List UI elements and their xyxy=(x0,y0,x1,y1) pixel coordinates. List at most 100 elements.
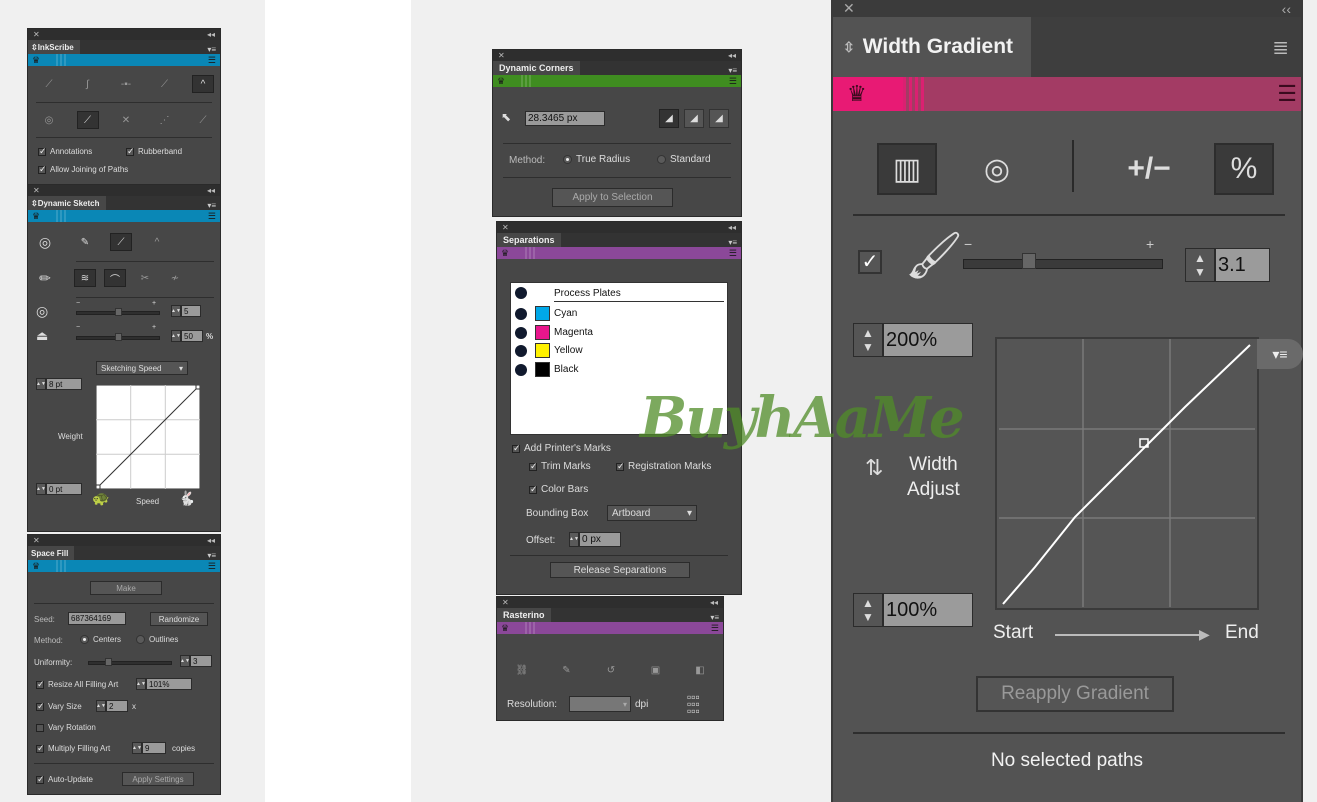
max-width-field[interactable]: 200% xyxy=(883,323,973,357)
reapply-gradient-button[interactable]: Reapply Gradient xyxy=(976,676,1174,712)
fidelity-slider[interactable] xyxy=(76,333,160,341)
true-radius-radio[interactable]: True Radius xyxy=(563,154,630,165)
close-icon[interactable]: ✕ xyxy=(502,598,509,607)
collapse-icon[interactable]: ◂◂ xyxy=(728,223,736,232)
corner-point-icon[interactable]: ⟋ xyxy=(154,75,176,93)
standard-radio[interactable]: Standard xyxy=(657,154,711,165)
panel-tab[interactable]: Rasterino xyxy=(497,608,551,622)
max-width-stepper[interactable]: ▲ ▼ xyxy=(853,323,883,357)
dotted-path-icon[interactable]: ⋰ xyxy=(154,111,176,129)
plates-list[interactable]: Process Plates Cyan Magenta Yellow Black xyxy=(510,282,728,435)
radial-mode-button[interactable]: ◎ xyxy=(967,143,1027,195)
multiply-field[interactable]: 9 xyxy=(142,742,166,754)
resolution-dropdown[interactable]: ▾ xyxy=(569,696,631,712)
panel-tab[interactable]: Separations xyxy=(497,233,561,247)
visibility-dot-icon[interactable] xyxy=(515,345,527,357)
vary-size-field[interactable]: 2 xyxy=(106,700,128,712)
radius-field[interactable]: 28.3465 px xyxy=(525,111,605,126)
registration-marks-checkbox[interactable]: Registration Marks xyxy=(616,461,711,472)
annotation-icon[interactable]: ◎ xyxy=(38,111,60,129)
auto-update-checkbox[interactable]: Auto-Update xyxy=(36,774,93,785)
max-weight-field[interactable]: 8 pt xyxy=(46,378,82,390)
hamburger-icon[interactable]: ☰ xyxy=(711,623,719,634)
plate-row[interactable]: Yellow xyxy=(511,342,727,360)
apply-to-selection-button[interactable]: Apply to Selection xyxy=(552,188,673,207)
hamburger-icon[interactable]: ☰ xyxy=(729,76,737,87)
panel-tab[interactable]: ⇳ Width Gradient xyxy=(833,17,1031,77)
allow-joining-checkbox[interactable]: Allow Joining of Paths xyxy=(38,164,128,175)
panel-menu-icon[interactable]: ▾≡ xyxy=(207,551,220,560)
printers-marks-checkbox[interactable]: Add Printer's Marks xyxy=(512,443,611,454)
uniformity-slider[interactable] xyxy=(88,658,172,666)
plate-row[interactable]: Magenta xyxy=(511,324,727,342)
collapse-icon[interactable]: ◂◂ xyxy=(207,30,215,39)
visibility-dot-icon[interactable] xyxy=(515,363,527,376)
annotations-checkbox[interactable]: Annotations xyxy=(38,146,92,157)
chamfer-corner-icon[interactable]: ◢ xyxy=(709,109,729,128)
min-width-field[interactable]: 100% xyxy=(883,593,973,627)
link-image-icon[interactable]: ⛓ xyxy=(511,661,533,679)
weight-speed-curve[interactable] xyxy=(96,385,200,489)
round-corner-icon[interactable]: ◢ xyxy=(659,109,679,128)
multiply-checkbox[interactable]: Multiply Filling Art xyxy=(36,743,110,754)
panel-tab[interactable]: Dynamic Corners xyxy=(493,61,580,75)
cut-icon[interactable]: ✕ xyxy=(115,111,137,129)
collapse-icon[interactable]: ‹‹ xyxy=(1282,1,1291,17)
close-icon[interactable]: ✕ xyxy=(33,30,40,39)
close-icon[interactable]: ✕ xyxy=(33,536,40,545)
edit-handle-icon[interactable]: ⟋ xyxy=(76,111,99,129)
min-weight-field[interactable]: 0 pt xyxy=(46,483,82,495)
visibility-dot-icon[interactable] xyxy=(515,308,527,320)
method-centers-radio[interactable]: Centers xyxy=(80,635,121,644)
curve-menu-button[interactable]: ▾≡ xyxy=(1257,339,1303,369)
plate-row[interactable]: Cyan xyxy=(511,305,727,323)
scissor-path-icon[interactable]: ✂ xyxy=(134,269,156,287)
collapse-icon[interactable]: ◂◂ xyxy=(710,598,718,607)
hamburger-icon[interactable]: ☰ xyxy=(1277,81,1297,107)
multiply-stepper[interactable]: ▲▼ xyxy=(132,742,142,754)
brush-value-stepper[interactable]: ▲ ▼ xyxy=(1185,248,1215,282)
fidelity-field[interactable]: 50 xyxy=(181,330,203,342)
smoothness-stepper[interactable]: ▲▼ xyxy=(171,305,181,317)
collapse-icon[interactable]: ◂◂ xyxy=(207,536,215,545)
offset-field[interactable]: 0 px xyxy=(579,532,621,547)
vary-size-checkbox[interactable]: Vary Size xyxy=(36,701,82,712)
randomize-button[interactable]: Randomize xyxy=(150,612,208,626)
hamburger-icon[interactable]: ☰ xyxy=(208,55,216,66)
resize-stepper[interactable]: ▲▼ xyxy=(136,678,146,690)
plus-minus-button[interactable]: +/− xyxy=(1119,143,1179,195)
refresh-image-icon[interactable]: ↺ xyxy=(600,661,622,679)
brush-strokes-icon[interactable]: ≋ xyxy=(74,269,96,287)
release-separations-button[interactable]: Release Separations xyxy=(550,562,690,578)
hamburger-icon[interactable]: ☰ xyxy=(208,211,216,222)
rubberband-checkbox[interactable]: Rubberband xyxy=(126,146,182,157)
vary-rotation-checkbox[interactable]: Vary Rotation xyxy=(36,723,96,732)
stripes-mode-button[interactable]: ▥ xyxy=(877,143,937,195)
plate-row[interactable]: Black xyxy=(511,361,727,379)
line-mode-icon[interactable]: ⟋ xyxy=(110,233,132,251)
collapse-icon[interactable]: ◂◂ xyxy=(728,51,736,60)
enable-brush-checkbox[interactable]: ✓ xyxy=(858,250,882,274)
angle-mode-icon[interactable]: ^ xyxy=(146,233,168,251)
resize-checkbox[interactable]: Resize All Filling Art xyxy=(36,679,118,690)
bounding-box-dropdown[interactable]: Artboard ▾ xyxy=(607,505,697,521)
min-weight-stepper[interactable]: ▲▼ xyxy=(36,483,46,495)
panel-menu-icon[interactable]: ≣ xyxy=(1272,17,1301,77)
visibility-dot-icon[interactable] xyxy=(515,326,527,339)
visibility-dot-icon[interactable] xyxy=(515,287,527,299)
fidelity-stepper[interactable]: ▲▼ xyxy=(171,330,181,342)
seed-field[interactable]: 687364169 xyxy=(68,612,126,625)
split-image-icon[interactable]: ◧ xyxy=(689,661,711,679)
uniformity-field[interactable]: 3 xyxy=(190,655,212,667)
panel-menu-icon[interactable]: ▾≡ xyxy=(728,66,741,75)
trim-marks-checkbox[interactable]: Trim Marks xyxy=(529,461,591,472)
hamburger-icon[interactable]: ☰ xyxy=(208,561,216,572)
resize-field[interactable]: 101% xyxy=(146,678,192,690)
percent-button[interactable]: % xyxy=(1214,143,1274,195)
add-point-icon[interactable]: -▪- xyxy=(115,75,137,93)
brush-size-slider[interactable] xyxy=(963,253,1163,269)
angle-point-icon[interactable]: ^ xyxy=(192,75,214,93)
smoothness-field[interactable]: 5 xyxy=(181,305,201,317)
color-bars-checkbox[interactable]: Color Bars xyxy=(529,484,588,495)
smoothness-slider[interactable] xyxy=(76,308,160,316)
